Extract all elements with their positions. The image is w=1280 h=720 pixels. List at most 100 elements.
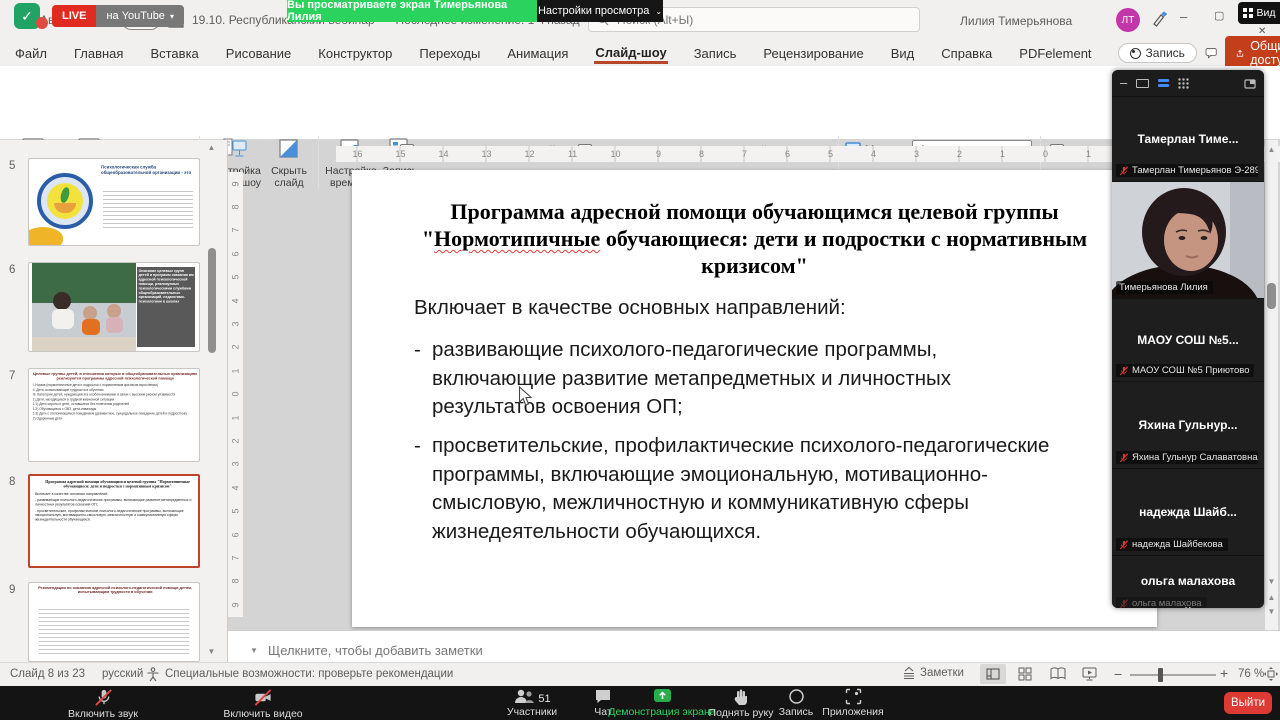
participant-tile[interactable]: ольга малахова ольга малахова ⌄ <box>1112 555 1264 608</box>
notes-toggle-button[interactable]: Заметки <box>902 666 964 679</box>
raise-hand-button[interactable]: Поднять руку <box>704 688 778 719</box>
vertical-ruler: 9876543210123456789 <box>228 172 243 617</box>
live-pill[interactable]: LIVE на YouTube ▾ <box>52 5 184 27</box>
participant-tile[interactable]: Тамерлан Тиме... Тамерлан Тимерьянов Э-2… <box>1112 96 1264 181</box>
participants-panel: – Тамерлан Тиме... Тамерлан Тимерьянов Э… <box>1112 70 1264 608</box>
tab-help[interactable]: Справка <box>940 43 993 64</box>
thumbnail-slide-7[interactable]: Целевые группы детей, в отношении которы… <box>28 368 200 462</box>
window-maximize-button[interactable]: ▢ <box>1214 9 1224 22</box>
slide-sorter-icon[interactable] <box>1018 667 1032 681</box>
leave-meeting-button[interactable]: Выйти <box>1224 692 1272 714</box>
apps-button[interactable]: Приложения <box>820 688 886 718</box>
tab-review[interactable]: Рецензирование <box>762 43 864 64</box>
hide-slide-button[interactable]: Скрыть слайд <box>264 136 314 189</box>
thumbnails-scrollbar[interactable]: ▲ ▼ <box>206 140 217 662</box>
tab-view[interactable]: Вид <box>890 43 916 64</box>
notes-icon <box>902 666 916 679</box>
thumb5-yellow-shape <box>28 227 63 246</box>
raise-hand-icon <box>733 688 749 706</box>
share-screen-button[interactable]: Демонстрация экрана <box>606 688 718 718</box>
thumbnail-number: 6 <box>9 264 15 276</box>
participant-tile-active-speaker[interactable]: Тимерьянова Лилия <box>1112 181 1264 298</box>
thumbnail-slide-9[interactable]: Рекомендации по оказанию адресной психол… <box>28 582 200 662</box>
zoom-out-button[interactable]: − <box>1114 666 1122 682</box>
panel-header: – <box>1112 70 1264 96</box>
thumb9-title: Рекомендации по оказанию адресной психол… <box>33 586 198 595</box>
mic-muted-icon <box>1119 366 1129 376</box>
speaker-view-icon[interactable] <box>1158 79 1169 88</box>
comments-icon[interactable] <box>1205 45 1217 61</box>
minimized-view-icon[interactable] <box>1136 79 1149 88</box>
tab-transitions[interactable]: Переходы <box>418 43 481 64</box>
thumbnail-slide-6[interactable]: Описание целевых групп детей и программ … <box>28 262 200 352</box>
editor-scrollbar[interactable]: ▲ ▼ ▲ ▼ <box>1265 140 1278 630</box>
hide-slide-icon <box>276 136 302 162</box>
share-screen-icon <box>653 688 672 705</box>
notes-resize-icon[interactable]: ▼ <box>250 647 258 655</box>
view-mode-badge[interactable]: Вид <box>1238 2 1280 24</box>
tab-file[interactable]: Файл <box>14 43 48 64</box>
gallery-view-icon[interactable] <box>1178 78 1189 89</box>
scroll-up-icon[interactable]: ▲ <box>1265 146 1278 154</box>
participant-tile[interactable]: МАОУ СОШ №5... МАОУ СОШ №5 Приютово <box>1112 298 1264 381</box>
live-badge: LIVE <box>52 5 96 27</box>
thumb6-text: Описание целевых групп детей и программ … <box>137 267 196 305</box>
scroll-up-icon[interactable]: ▲ <box>206 144 217 152</box>
zoom-slider-thumb[interactable] <box>1158 668 1163 682</box>
tab-insert[interactable]: Вставка <box>149 43 199 64</box>
slide-canvas[interactable]: Программа адресной помощи обучающимся це… <box>352 170 1157 627</box>
unmute-button[interactable]: Включить звук <box>48 688 158 720</box>
tab-pdfelement[interactable]: PDFelement <box>1018 43 1092 64</box>
previous-slide-button[interactable]: ▲ <box>1268 594 1276 602</box>
slideshow-view-icon[interactable] <box>1082 667 1097 681</box>
notes-pane[interactable]: ▼ Щелкните, чтобы добавить заметки <box>228 630 1280 662</box>
language-indicator[interactable]: русский <box>102 668 143 680</box>
next-slide-button[interactable]: ▼ <box>1268 608 1276 616</box>
meeting-record-button[interactable]: Запись <box>768 688 824 718</box>
participants-icon <box>513 688 535 705</box>
thumbnail-slide-5[interactable]: Психологическая служба общеобразовательн… <box>28 158 200 246</box>
tab-draw[interactable]: Рисование <box>225 43 292 64</box>
screen-share-banner: Вы просматриваете экран Тимерьянова Лили… <box>287 0 537 22</box>
accessibility-icon <box>146 667 160 682</box>
collapse-panel-icon[interactable]: ⌄ <box>1183 598 1194 608</box>
window-minimize-button[interactable]: – <box>1180 9 1187 24</box>
normal-view-button[interactable] <box>980 664 1006 684</box>
mic-muted-icon <box>1119 453 1129 463</box>
share-button[interactable]: Общий доступ ⌄ <box>1225 36 1280 70</box>
scrollbar-thumb[interactable] <box>208 248 216 353</box>
participant-label: МАОУ СОШ №5 Приютово <box>1116 364 1254 377</box>
tab-animations[interactable]: Анимация <box>506 43 569 64</box>
popout-icon[interactable] <box>1244 78 1256 89</box>
scrollbar-thumb[interactable] <box>1267 283 1276 309</box>
thumb7-lines: I. Норма (нормотипичные дети и подростки… <box>33 383 198 421</box>
accessibility-checker[interactable]: Специальные возможности: проверьте реком… <box>165 668 453 680</box>
start-video-button[interactable]: Включить видео <box>200 688 326 720</box>
record-button[interactable]: Запись <box>1118 43 1197 63</box>
zoom-level[interactable]: 76 % <box>1238 668 1264 680</box>
fit-to-window-icon[interactable] <box>1264 667 1278 681</box>
slide-counter[interactable]: Слайд 8 из 23 <box>10 668 85 680</box>
participants-button[interactable]: 51 Участники <box>480 688 584 718</box>
scroll-down-icon[interactable]: ▼ <box>208 648 216 656</box>
tab-record[interactable]: Запись <box>693 43 738 64</box>
tab-home[interactable]: Главная <box>73 43 124 64</box>
thumbnail-slide-8-selected[interactable]: Программа адресной помощи обучающимся це… <box>28 474 200 568</box>
tab-design[interactable]: Конструктор <box>317 43 393 64</box>
tab-slideshow[interactable]: Слайд-шоу <box>594 42 667 64</box>
participant-label: Тамерлан Тимерьянов Э-289 <box>1116 164 1258 177</box>
zoom-in-button[interactable]: + <box>1220 665 1228 681</box>
pen-tool-icon[interactable] <box>1150 10 1168 28</box>
participant-tile[interactable]: Яхина Гульнур... Яхина Гульнур Салаватов… <box>1112 381 1264 468</box>
participant-label: Яхина Гульнур Салаватовна <box>1116 451 1258 464</box>
panel-minimize-icon[interactable]: – <box>1120 78 1127 88</box>
mic-muted-icon <box>94 688 113 707</box>
view-settings-button[interactable]: Настройки просмотра ⌄ <box>537 0 663 22</box>
participants-count: 51 <box>538 693 550 705</box>
avatar[interactable]: ЛТ <box>1116 8 1140 32</box>
spellcheck-word: Нормотипичные <box>434 226 600 251</box>
reading-view-icon[interactable] <box>1050 667 1066 680</box>
zoom-slider-track[interactable] <box>1130 674 1216 676</box>
scroll-down-icon[interactable]: ▼ <box>1268 578 1276 586</box>
participant-tile[interactable]: надежда Шайб... надежда Шайбекова <box>1112 468 1264 555</box>
